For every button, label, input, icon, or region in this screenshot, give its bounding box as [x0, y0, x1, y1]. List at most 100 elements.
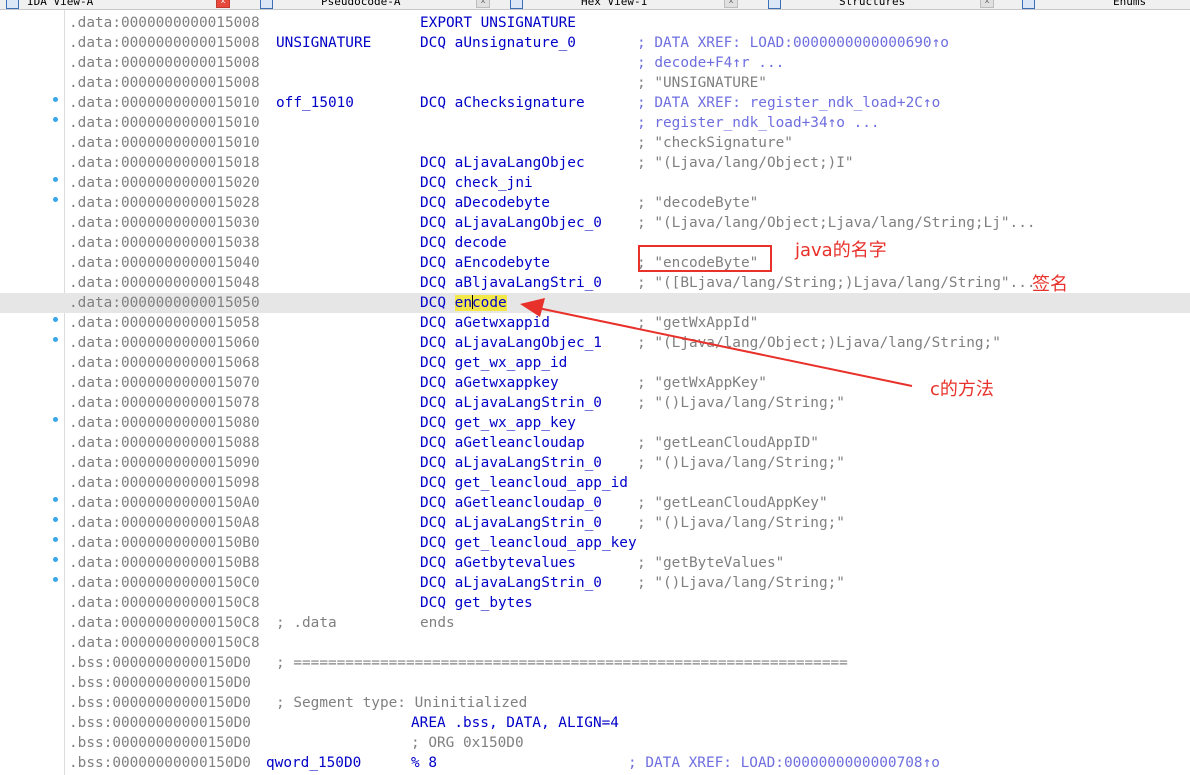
line-operand[interactable]: get_wx_app_id — [455, 355, 568, 371]
listing-line[interactable]: .data:0000000000015098 DCQ get_leancloud_… — [0, 473, 1190, 493]
tab-enums[interactable]: Enums — [1022, 0, 1146, 9]
line-operand[interactable]: aLjavaLangObjec — [455, 155, 585, 171]
line-operand[interactable]: aGetwxappid — [455, 315, 550, 331]
line-operand[interactable]: aLjavaLangObjec_1 — [455, 335, 602, 351]
listing-line[interactable]: .data:00000000000150B8 DCQ aGetbytevalues… — [0, 553, 1190, 573]
line-operand[interactable]: get_leancloud_app_id — [455, 475, 628, 491]
line-operand[interactable]: get_bytes — [455, 595, 533, 611]
listing-line[interactable]: .data:0000000000015030 DCQ aLjavaLangObje… — [0, 213, 1190, 233]
listing-line[interactable]: .data:0000000000015028 DCQ aDecodebyte ; "… — [0, 193, 1190, 213]
line-operand[interactable]: aLjavaLangStrin_0 — [455, 455, 602, 471]
line-operand[interactable]: aChecksignature — [455, 95, 585, 111]
listing-line[interactable]: .data:00000000000150A0 DCQ aGetleanclouda… — [0, 493, 1190, 513]
listing-line[interactable]: .data:0000000000015068 DCQ get_wx_app_id — [0, 353, 1190, 373]
listing-line[interactable]: .data:0000000000015008 ; "UNSIGNATURE" — [0, 73, 1190, 93]
line-label[interactable]: qword_150D0 — [266, 753, 361, 773]
close-icon[interactable]: x — [724, 0, 738, 8]
close-icon[interactable]: x — [980, 0, 994, 8]
line-label[interactable]: UNSIGNATURE — [276, 33, 371, 53]
breakpoint-dot-icon[interactable] — [53, 197, 58, 202]
listing-line[interactable]: .data:0000000000015010 ; "checkSignature" — [0, 133, 1190, 153]
listing-line[interactable]: .data:0000000000015038 DCQ decode — [0, 233, 1190, 253]
line-xref[interactable]: ; register_ndk_load+34↑o ... — [637, 113, 880, 133]
breakpoint-dot-icon[interactable] — [53, 577, 58, 582]
breakpoint-dot-icon[interactable] — [53, 337, 58, 342]
breakpoint-dot-icon[interactable] — [53, 317, 58, 322]
listing-line[interactable]: .data:0000000000015020 DCQ check_jni — [0, 173, 1190, 193]
listing-line[interactable]: .data:0000000000015010 ; register_ndk_loa… — [0, 113, 1190, 133]
listing-line[interactable]: .data:0000000000015058 DCQ aGetwxappid ; "… — [0, 313, 1190, 333]
disassembly-listing[interactable]: .data:0000000000015008 EXPORT UNSIGNATURE… — [0, 13, 1190, 773]
line-operand[interactable]: aLjavaLangObjec_0 — [455, 215, 602, 231]
breakpoint-dot-icon[interactable] — [53, 517, 58, 522]
listing-line[interactable]: .data:0000000000015078 DCQ aLjavaLangStri… — [0, 393, 1190, 413]
close-icon[interactable]: x — [216, 0, 230, 8]
line-operand[interactable]: aDecodebyte — [455, 195, 550, 211]
tab-pseudocode-a[interactable]: Pseudocode-A x — [260, 0, 490, 9]
line-operand[interactable]: aGetbytevalues — [455, 555, 576, 571]
line-instruction: ends — [420, 615, 455, 631]
line-operand[interactable]: aUnsignature_0 — [455, 35, 576, 51]
line-operand[interactable]: aGetleancloudap — [455, 435, 585, 451]
breakpoint-dot-icon[interactable] — [53, 97, 58, 102]
tab-structures[interactable]: Structures x — [768, 0, 994, 9]
line-operand[interactable]: get_leancloud_app_key — [455, 535, 637, 551]
listing-line[interactable]: .data:0000000000015088 DCQ aGetleanclouda… — [0, 433, 1190, 453]
listing-line[interactable]: .data:0000000000015018 DCQ aLjavaLangObje… — [0, 153, 1190, 173]
line-operand-selected[interactable]: encode — [454, 295, 507, 311]
listing-line[interactable]: .data:0000000000015070 DCQ aGetwxappkey ; … — [0, 373, 1190, 393]
line-xref[interactable]: ; DATA XREF: register_ndk_load+2C↑o — [637, 93, 940, 113]
close-icon[interactable]: x — [476, 0, 490, 8]
breakpoint-dot-icon[interactable] — [53, 417, 58, 422]
line-operand[interactable]: aBljavaLangStri_0 — [455, 275, 602, 291]
listing-line[interactable]: .data:0000000000015050 DCQ encode — [0, 293, 1190, 313]
listing-line[interactable]: .data:0000000000015008 EXPORT UNSIGNATURE — [0, 13, 1190, 33]
line-operand[interactable]: check_jni — [455, 175, 533, 191]
listing-line[interactable]: .bss:00000000000150D0 ; Segment type: Uni… — [0, 693, 1190, 713]
listing-line[interactable]: .data:0000000000015008 ; decode+F4↑r ... — [0, 53, 1190, 73]
line-operand[interactable]: aEncodebyte — [455, 255, 550, 271]
breakpoint-dot-icon[interactable] — [53, 177, 58, 182]
breakpoint-dot-icon[interactable] — [53, 537, 58, 542]
listing-line[interactable]: .data:0000000000015008 UNSIGNATURE DCQ aUn… — [0, 33, 1190, 53]
line-xref[interactable]: ; DATA XREF: LOAD:0000000000000708↑o — [628, 753, 940, 773]
listing-line[interactable]: .data:00000000000150C8 DCQ get_bytes — [0, 593, 1190, 613]
listing-line[interactable]: .data:0000000000015048 DCQ aBljavaLangStr… — [0, 273, 1190, 293]
line-address: .data:0000000000015060 — [69, 335, 260, 351]
tab-hex-view-1[interactable]: Hex View-1 x — [510, 0, 738, 9]
listing-line[interactable]: .data:0000000000015040 DCQ aEncodebyte; "… — [0, 253, 1190, 273]
line-address: .data:00000000000150B8 — [69, 555, 260, 571]
breakpoint-dot-icon[interactable] — [53, 117, 58, 122]
line-operand[interactable]: aLjavaLangStrin_0 — [455, 515, 602, 531]
line-operand[interactable]: aLjavaLangStrin_0 — [455, 575, 602, 591]
line-operand[interactable]: aGetleancloudap_0 — [455, 495, 602, 511]
line-xref[interactable]: ; DATA XREF: LOAD:0000000000000690↑o — [637, 33, 949, 53]
listing-line[interactable]: .data:00000000000150C0 DCQ aLjavaLangStri… — [0, 573, 1190, 593]
line-address: .data:00000000000150B0 — [69, 535, 260, 551]
tab-ida-view-a[interactable]: IDA View-A x — [6, 0, 230, 9]
listing-line[interactable]: .bss:00000000000150D0 ; =================… — [0, 653, 1190, 673]
line-operand[interactable]: get_wx_app_key — [455, 415, 576, 431]
line-operand[interactable]: aGetwxappkey — [455, 375, 559, 391]
listing-line[interactable]: .data:00000000000150C8 — [0, 633, 1190, 653]
listing-line[interactable]: .data:00000000000150B0 DCQ get_leancloud_… — [0, 533, 1190, 553]
line-xref[interactable]: ; decode+F4↑r ... — [637, 53, 784, 73]
line-label[interactable]: off_15010 — [276, 93, 354, 113]
listing-line[interactable]: .data:00000000000150A8 DCQ aLjavaLangStri… — [0, 513, 1190, 533]
listing-line[interactable]: .data:00000000000150C8 ; .data ends — [0, 613, 1190, 633]
breakpoint-dot-icon[interactable] — [53, 497, 58, 502]
line-comment: ; "getLeanCloudAppID" — [637, 435, 819, 451]
listing-line[interactable]: .bss:00000000000150D0 — [0, 673, 1190, 693]
listing-line[interactable]: .data:0000000000015010 off_15010 DCQ aChec… — [0, 93, 1190, 113]
line-operand[interactable]: aLjavaLangStrin_0 — [455, 395, 602, 411]
listing-line[interactable]: .data:0000000000015060 DCQ aLjavaLangObje… — [0, 333, 1190, 353]
line-address: .data:0000000000015058 — [69, 315, 260, 331]
listing-line[interactable]: .data:0000000000015080 DCQ get_wx_app_key — [0, 413, 1190, 433]
listing-line[interactable]: .bss:00000000000150D0 ; ORG 0x150D0 — [0, 733, 1190, 753]
breakpoint-dot-icon[interactable] — [53, 557, 58, 562]
listing-line[interactable]: .bss:00000000000150D0 qword_150D0 % 8 ; DAT… — [0, 753, 1190, 773]
listing-line[interactable]: .data:0000000000015090 DCQ aLjavaLangStri… — [0, 453, 1190, 473]
line-operand[interactable]: decode — [455, 235, 507, 251]
line-instruction: DCQ aGetwxappid — [420, 313, 550, 333]
listing-line[interactable]: .bss:00000000000150D0 AREA .bss, DATA, AL… — [0, 713, 1190, 733]
